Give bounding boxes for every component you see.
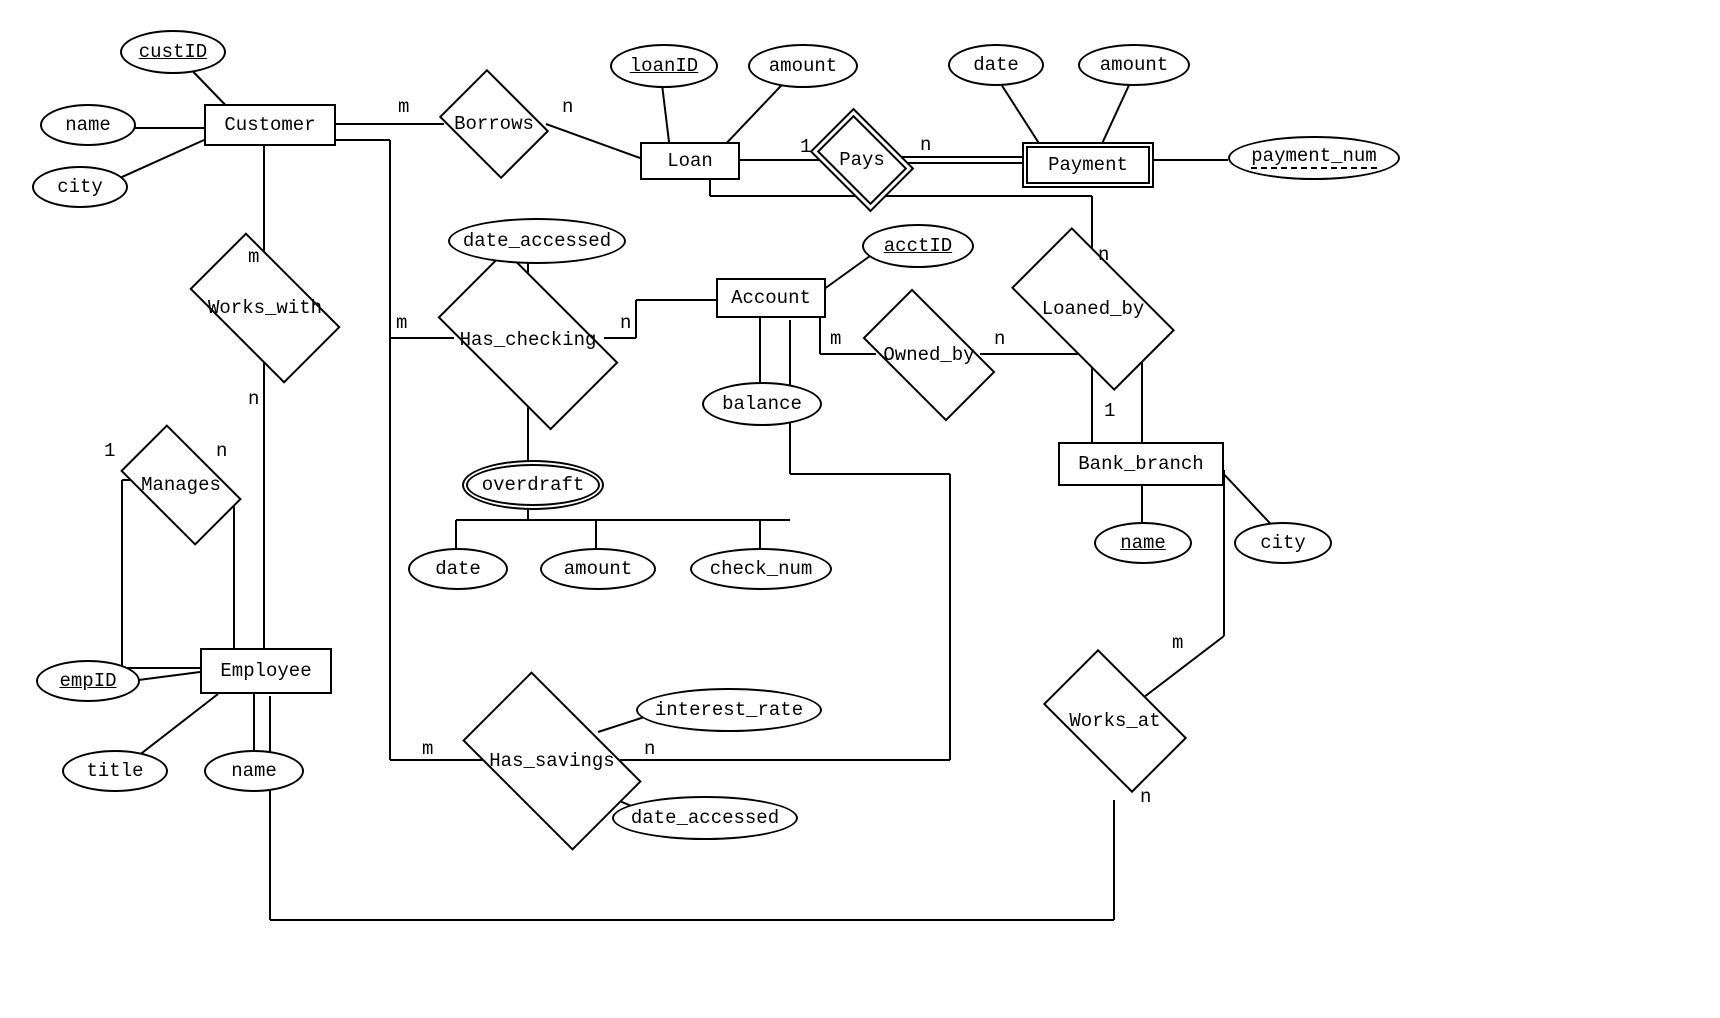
entity-employee: Employee — [200, 648, 332, 694]
attr-label: city — [1260, 532, 1306, 554]
attr-od-date: date — [408, 548, 508, 590]
attr-label: amount — [769, 55, 837, 77]
card-works-at-emp: n — [1140, 786, 1151, 808]
entity-label: Loan — [667, 150, 713, 172]
entity-payment: Payment — [1026, 146, 1150, 184]
attr-label: empID — [59, 670, 116, 692]
card-cust-savings: m — [422, 738, 433, 760]
attr-emp-name: name — [204, 750, 304, 792]
attr-label: interest_rate — [655, 699, 803, 721]
attr-label: date_accessed — [631, 807, 779, 829]
rel-works-at: Works_at — [1052, 682, 1178, 760]
entity-label: Payment — [1048, 154, 1128, 176]
attr-cust-city: city — [32, 166, 128, 208]
entity-label: Bank_branch — [1078, 453, 1203, 475]
attr-label: title — [86, 760, 143, 782]
entity-customer: Customer — [204, 104, 336, 146]
card-acct-owned: m — [830, 328, 841, 350]
card-borrows-loan: n — [562, 96, 573, 118]
rel-label: Has_checking — [460, 329, 597, 351]
rel-owned-by: Owned_by — [870, 320, 988, 390]
rel-label: Works_at — [1069, 710, 1160, 732]
card-works-with-emp: n — [248, 388, 259, 410]
card-checking-acct: n — [620, 312, 631, 334]
card-cust-works-with: m — [248, 246, 259, 268]
entity-account: Account — [716, 278, 826, 318]
attr-label: date — [435, 558, 481, 580]
attr-overdraft: overdraft — [466, 464, 600, 506]
attr-od-checknum: check_num — [690, 548, 832, 590]
attr-acctid: acctID — [862, 224, 974, 268]
attr-label: overdraft — [482, 474, 585, 496]
card-manages-sub: n — [216, 440, 227, 462]
attr-label: name — [231, 760, 277, 782]
attr-checking-date: date_accessed — [448, 218, 626, 264]
rel-label: Loaned_by — [1042, 298, 1145, 320]
card-owned-branch: n — [994, 328, 1005, 350]
attr-label: city — [57, 176, 103, 198]
attr-custid: custID — [120, 30, 226, 74]
attr-balance: balance — [702, 382, 822, 426]
entity-label: Employee — [220, 660, 311, 682]
attr-label: payment_num — [1251, 147, 1376, 169]
attr-label: loanID — [630, 55, 698, 77]
attr-branch-city: city — [1234, 522, 1332, 564]
attr-empid: empID — [36, 660, 140, 702]
entity-bank-branch: Bank_branch — [1058, 442, 1224, 486]
entity-loan: Loan — [640, 142, 740, 180]
attr-cust-name: name — [40, 104, 136, 146]
attr-pay-date: date — [948, 44, 1044, 86]
card-cust-checking: m — [396, 312, 407, 334]
rel-label: Owned_by — [883, 344, 974, 366]
attr-label: check_num — [710, 558, 813, 580]
attr-label: name — [1120, 532, 1166, 554]
attr-label: date_accessed — [463, 230, 611, 252]
attr-label: balance — [722, 393, 802, 415]
attr-savings-interest: interest_rate — [636, 688, 822, 732]
card-savings-acct: n — [644, 738, 655, 760]
attr-payment-num: payment_num — [1228, 136, 1400, 180]
attr-pay-amount: amount — [1078, 44, 1190, 86]
entity-label: Account — [731, 287, 811, 309]
rel-has-savings: Has_savings — [474, 712, 630, 810]
attr-label: amount — [1100, 54, 1168, 76]
attr-label: name — [65, 114, 111, 136]
card-manages-sup: 1 — [104, 440, 115, 462]
er-diagram-canvas: Customer Loan Payment Account Bank_branc… — [0, 0, 1720, 1018]
attr-od-amount: amount — [540, 548, 656, 590]
attr-loan-amount: amount — [748, 44, 858, 88]
rel-borrows: Borrows — [450, 90, 538, 158]
attr-emp-title: title — [62, 750, 168, 792]
card-pays-payment: n — [920, 134, 931, 156]
rel-loaned-by: Loaned_by — [1020, 266, 1166, 352]
rel-has-checking: Has_checking — [448, 292, 608, 388]
card-works-at-branch: m — [1172, 632, 1183, 654]
rel-works-with: Works_with — [198, 268, 332, 348]
attr-loanid: loanID — [610, 44, 718, 88]
entity-label: Customer — [224, 114, 315, 136]
card-loan-loaned: n — [1098, 244, 1109, 266]
rel-pays: Pays — [824, 134, 900, 186]
attr-branch-name: name — [1094, 522, 1192, 564]
card-loaned-branch: 1 — [1104, 400, 1115, 422]
attr-label: acctID — [884, 235, 952, 257]
card-loan-pays: 1 — [800, 136, 811, 158]
attr-label: custID — [139, 41, 207, 63]
rel-label: Manages — [141, 474, 221, 496]
rel-label: Borrows — [454, 113, 534, 135]
attr-label: amount — [564, 558, 632, 580]
attr-label: date — [973, 54, 1019, 76]
attr-savings-date: date_accessed — [612, 796, 798, 840]
rel-label: Has_savings — [489, 750, 614, 772]
rel-label: Pays — [839, 149, 885, 171]
rel-label: Works_with — [208, 297, 322, 319]
card-cust-borrows: m — [398, 96, 409, 118]
